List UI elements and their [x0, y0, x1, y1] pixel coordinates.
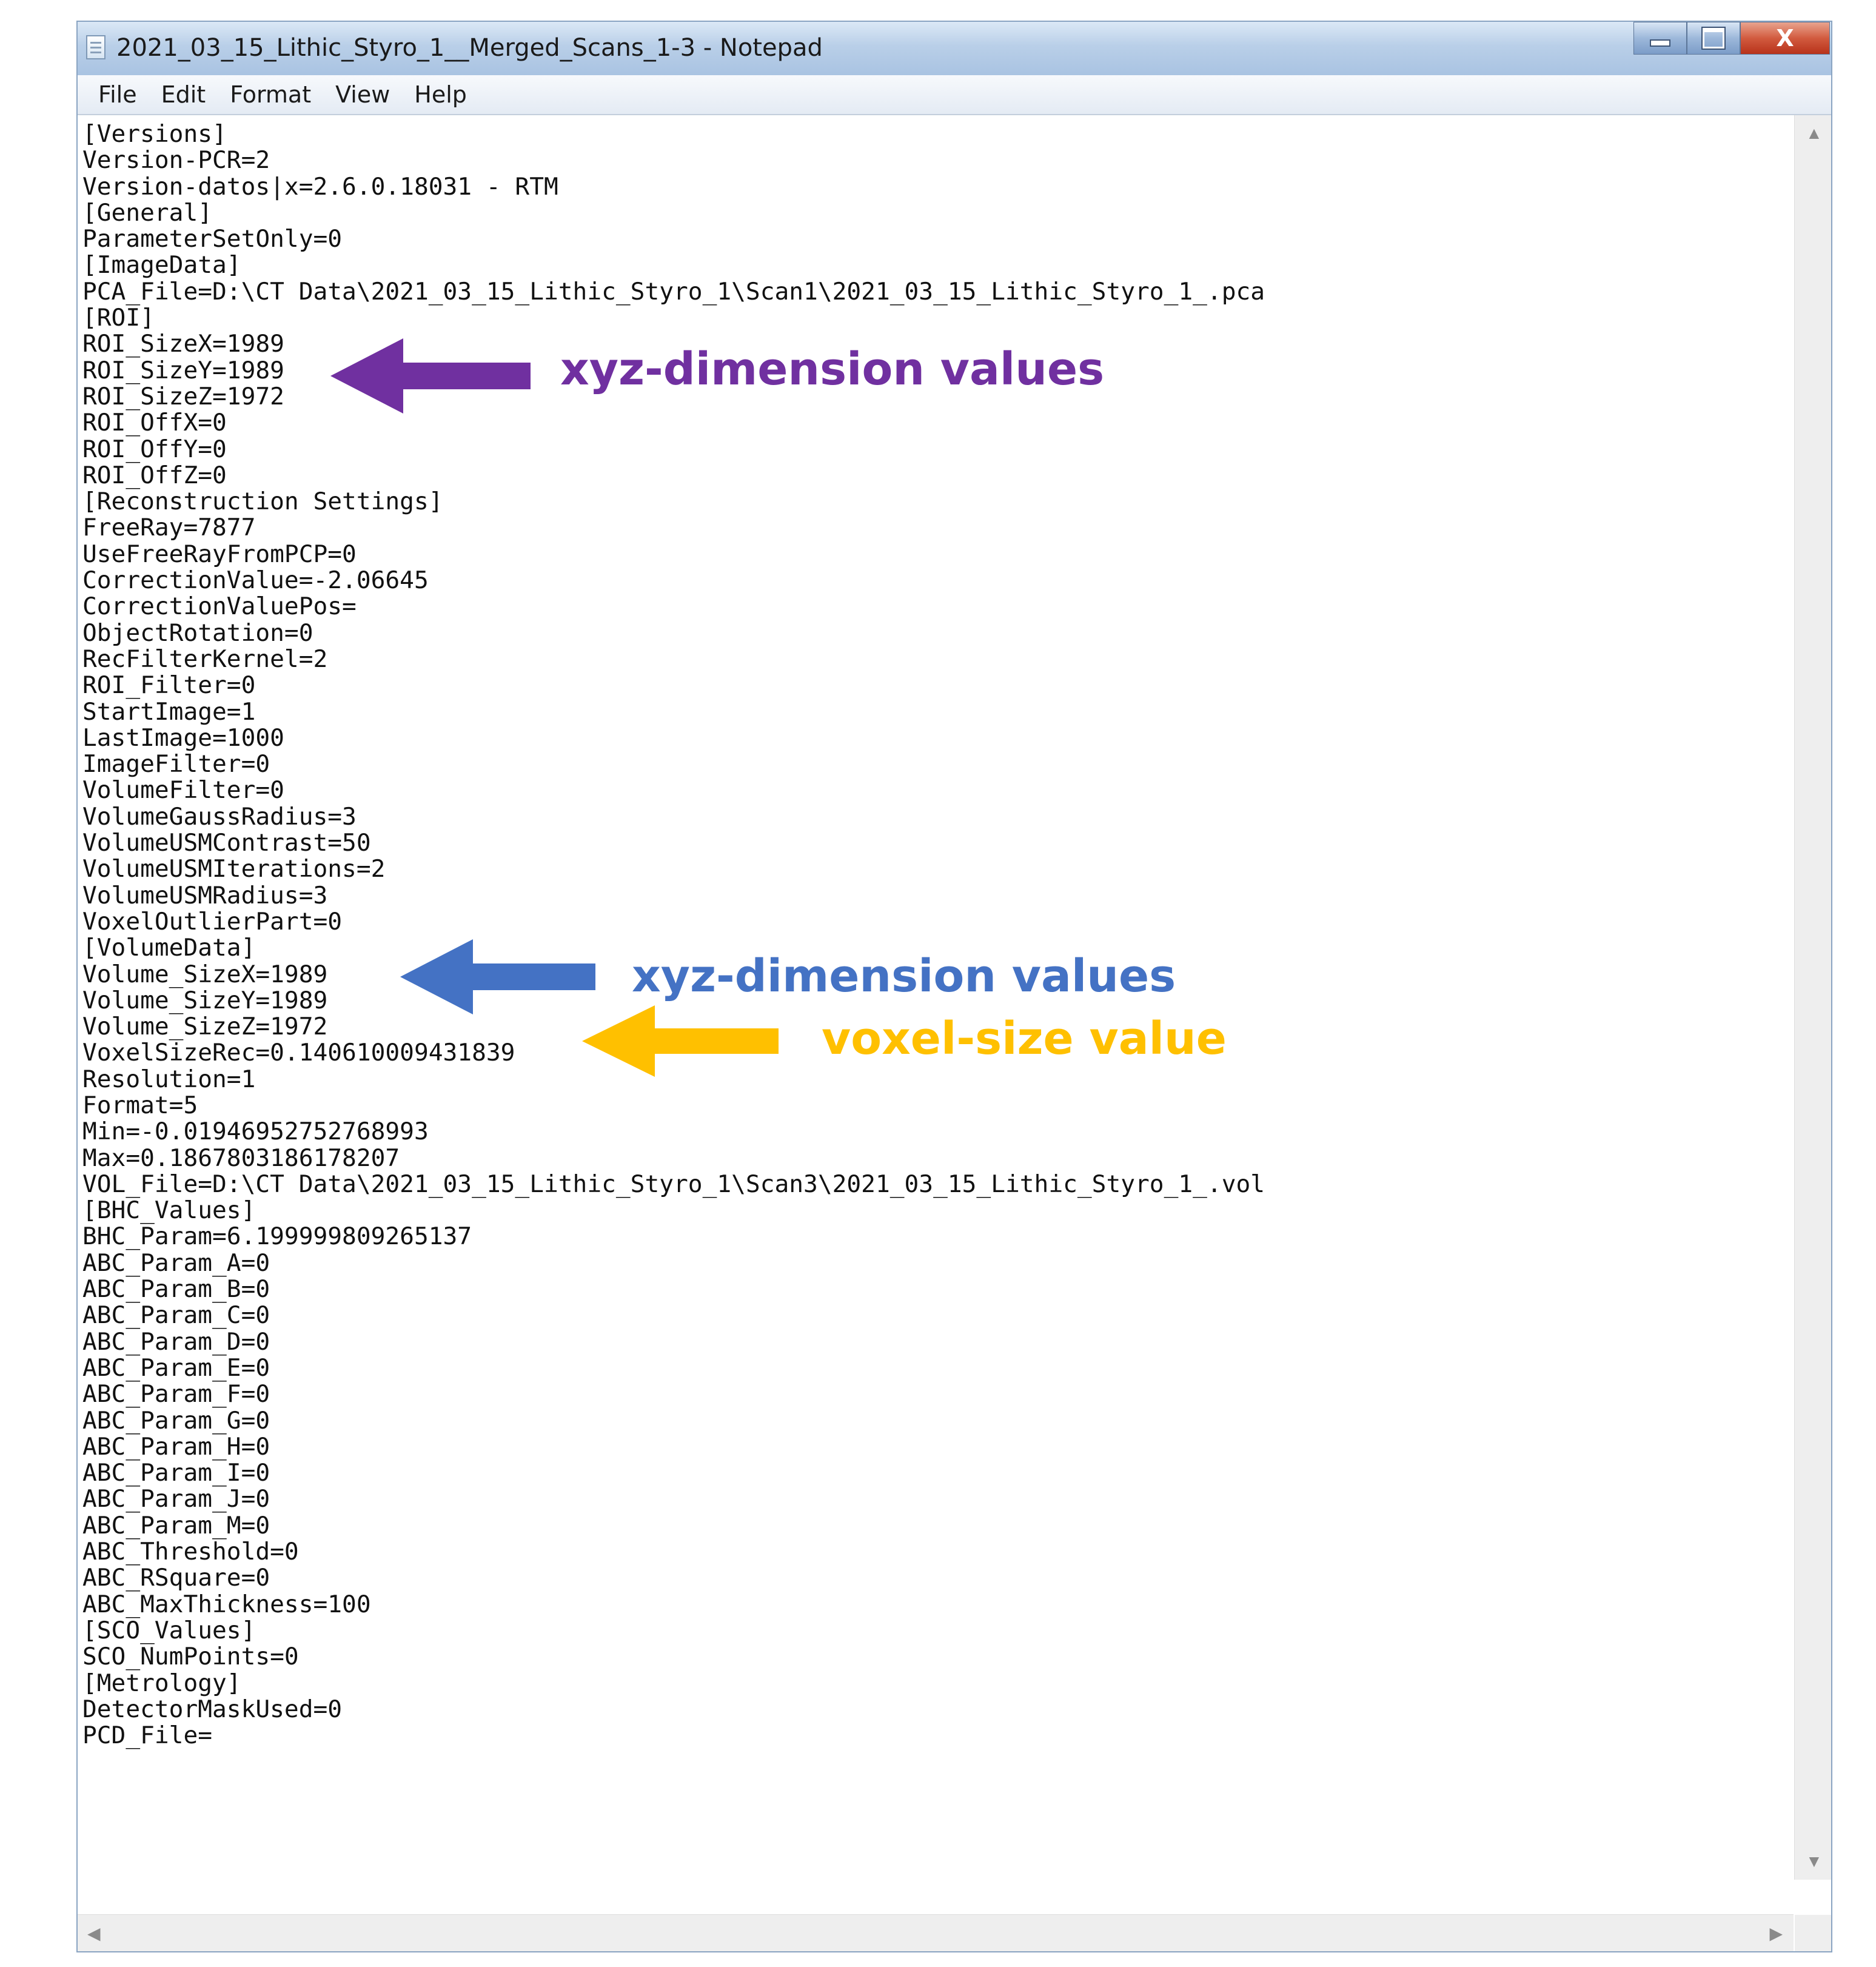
roi-annotation-label: xyz-dimension values	[560, 343, 1105, 395]
chevron-left-icon[interactable]: ◀	[87, 1923, 101, 1943]
chevron-down-icon[interactable]: ▼	[1806, 1852, 1823, 1871]
vertical-scrollbar[interactable]: ▲ ▼	[1794, 115, 1831, 1880]
roi-arrow-shape	[330, 338, 531, 414]
title-bar[interactable]: 2021_03_15_Lithic_Styro_1__Merged_Scans_…	[78, 22, 1831, 76]
menu-bar: File Edit Format View Help	[78, 75, 1831, 115]
horizontal-scrollbar[interactable]: ◀ ▶	[78, 1914, 1794, 1951]
window-controls: X	[1633, 22, 1830, 55]
roi-arrow-icon	[330, 338, 531, 414]
minimize-button[interactable]	[1633, 22, 1687, 55]
menu-edit[interactable]: Edit	[149, 81, 218, 108]
volume-annotation-label: xyz-dimension values	[632, 950, 1176, 1002]
maximize-button[interactable]	[1687, 22, 1740, 55]
voxel-annotation-label: voxel-size value	[822, 1013, 1227, 1065]
maximize-icon	[1703, 28, 1724, 49]
notepad-icon[interactable]	[86, 35, 106, 59]
close-icon: X	[1776, 25, 1794, 52]
chevron-right-icon[interactable]: ▶	[1769, 1923, 1783, 1943]
menu-view[interactable]: View	[323, 81, 402, 108]
volume-arrow-icon	[400, 939, 595, 1014]
resize-grip-icon[interactable]	[1795, 1915, 1831, 1951]
window-title: 2021_03_15_Lithic_Styro_1__Merged_Scans_…	[116, 34, 823, 62]
chevron-up-icon[interactable]: ▲	[1806, 124, 1823, 143]
close-button[interactable]: X	[1740, 22, 1830, 55]
menu-file[interactable]: File	[86, 81, 149, 108]
voxel-arrow-icon	[582, 1005, 779, 1077]
volume-arrow-shape	[400, 939, 595, 1014]
voxel-arrow-shape	[582, 1005, 779, 1077]
menu-help[interactable]: Help	[402, 81, 479, 108]
menu-format[interactable]: Format	[218, 81, 323, 108]
minimize-icon	[1650, 39, 1670, 47]
